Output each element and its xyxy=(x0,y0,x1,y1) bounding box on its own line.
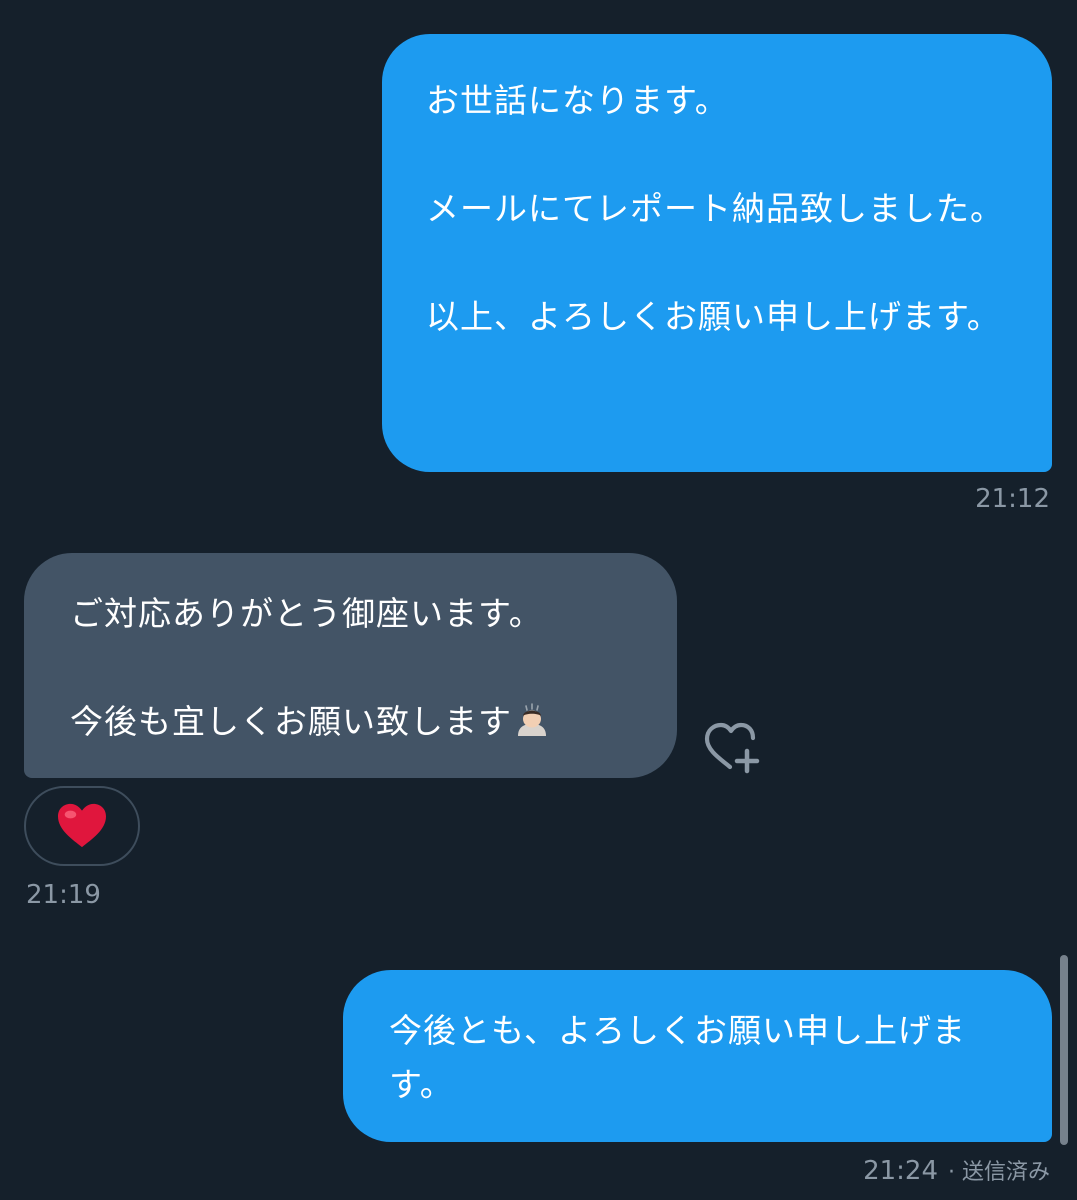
sent-message-bubble[interactable]: お世話になります。 メールにてレポート納品致しました。 以上、よろしくお願い申し… xyxy=(382,34,1052,472)
heart-reaction[interactable] xyxy=(24,786,140,866)
message-timestamp: 21:12 xyxy=(975,484,1050,514)
delivery-status: · 送信済み xyxy=(948,1160,1050,1185)
sent-message-bubble[interactable]: 今後とも、よろしくお願い申し上げます。 xyxy=(343,970,1052,1142)
message-text: ご対応ありがとう御座います。 今後も宜しくお願い致します xyxy=(70,594,543,741)
received-message-bubble[interactable]: ご対応ありがとう御座います。 今後も宜しくお願い致します xyxy=(24,553,677,778)
message-text: 今後とも、よろしくお願い申し上げます。 xyxy=(389,1011,967,1104)
message-time: 21:24 xyxy=(863,1156,938,1186)
add-reaction-button[interactable] xyxy=(700,718,766,774)
scrollbar[interactable] xyxy=(1060,955,1068,1145)
heart-emoji xyxy=(58,803,106,848)
person-bowing-emoji xyxy=(514,701,550,737)
message-timestamp: 21:24 · 送信済み xyxy=(863,1154,1050,1186)
heart-plus-icon xyxy=(704,722,760,774)
message-text: お世話になります。 メールにてレポート納品致しました。 以上、よろしくお願い申し… xyxy=(426,81,1004,336)
message-timestamp: 21:19 xyxy=(26,880,101,910)
